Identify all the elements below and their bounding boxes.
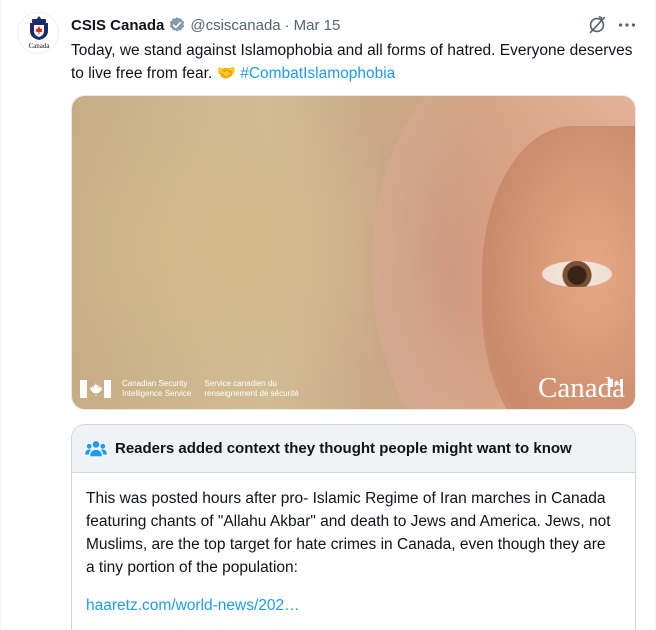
handle[interactable]: @csiscanada [190,17,280,34]
tweet-header: CSIS Canada @csiscanada · Mar 15 [71,14,340,36]
tweet-image[interactable]: Canadian Security Intelligence Service S… [71,95,636,410]
agency-name-fr: Service canadien du renseignement de séc… [204,379,299,398]
separator-dot: · [284,16,290,34]
community-note: Readers added context they thought peopl… [71,424,636,630]
more-options-icon[interactable] [616,14,638,36]
tweet[interactable]: Canada CSIS Canada @csiscanada · Mar 15 … [0,0,656,630]
avatar[interactable]: Canada [17,12,59,54]
tweet-date[interactable]: Mar 15 [294,17,341,34]
community-note-header: Readers added context they thought peopl… [72,425,635,473]
community-note-source-link[interactable]: haaretz.com/world-news/202… [86,597,300,615]
canada-wordmark: Canada [538,372,625,404]
community-note-title: Readers added context they thought peopl… [115,440,572,457]
agency-signature: Canadian Security Intelligence Service S… [80,379,299,398]
verified-badge-icon[interactable] [168,16,186,34]
tweet-text: Today, we stand against Islamophobia and… [71,39,641,85]
community-note-body: This was posted hours after pro- Islamic… [86,490,611,576]
image-eye-shape [542,261,612,287]
people-group-icon [85,440,107,456]
display-name[interactable]: CSIS Canada [71,17,164,34]
wordmark-flag-icon [610,379,623,387]
hashtag-link[interactable]: #CombatIslamophobia [240,65,395,82]
avatar-wordmark: Canada [28,42,50,50]
canada-flag-icon [80,379,111,398]
agency-name-en: Canadian Security Intelligence Service [122,379,192,398]
grok-icon[interactable] [586,14,608,36]
